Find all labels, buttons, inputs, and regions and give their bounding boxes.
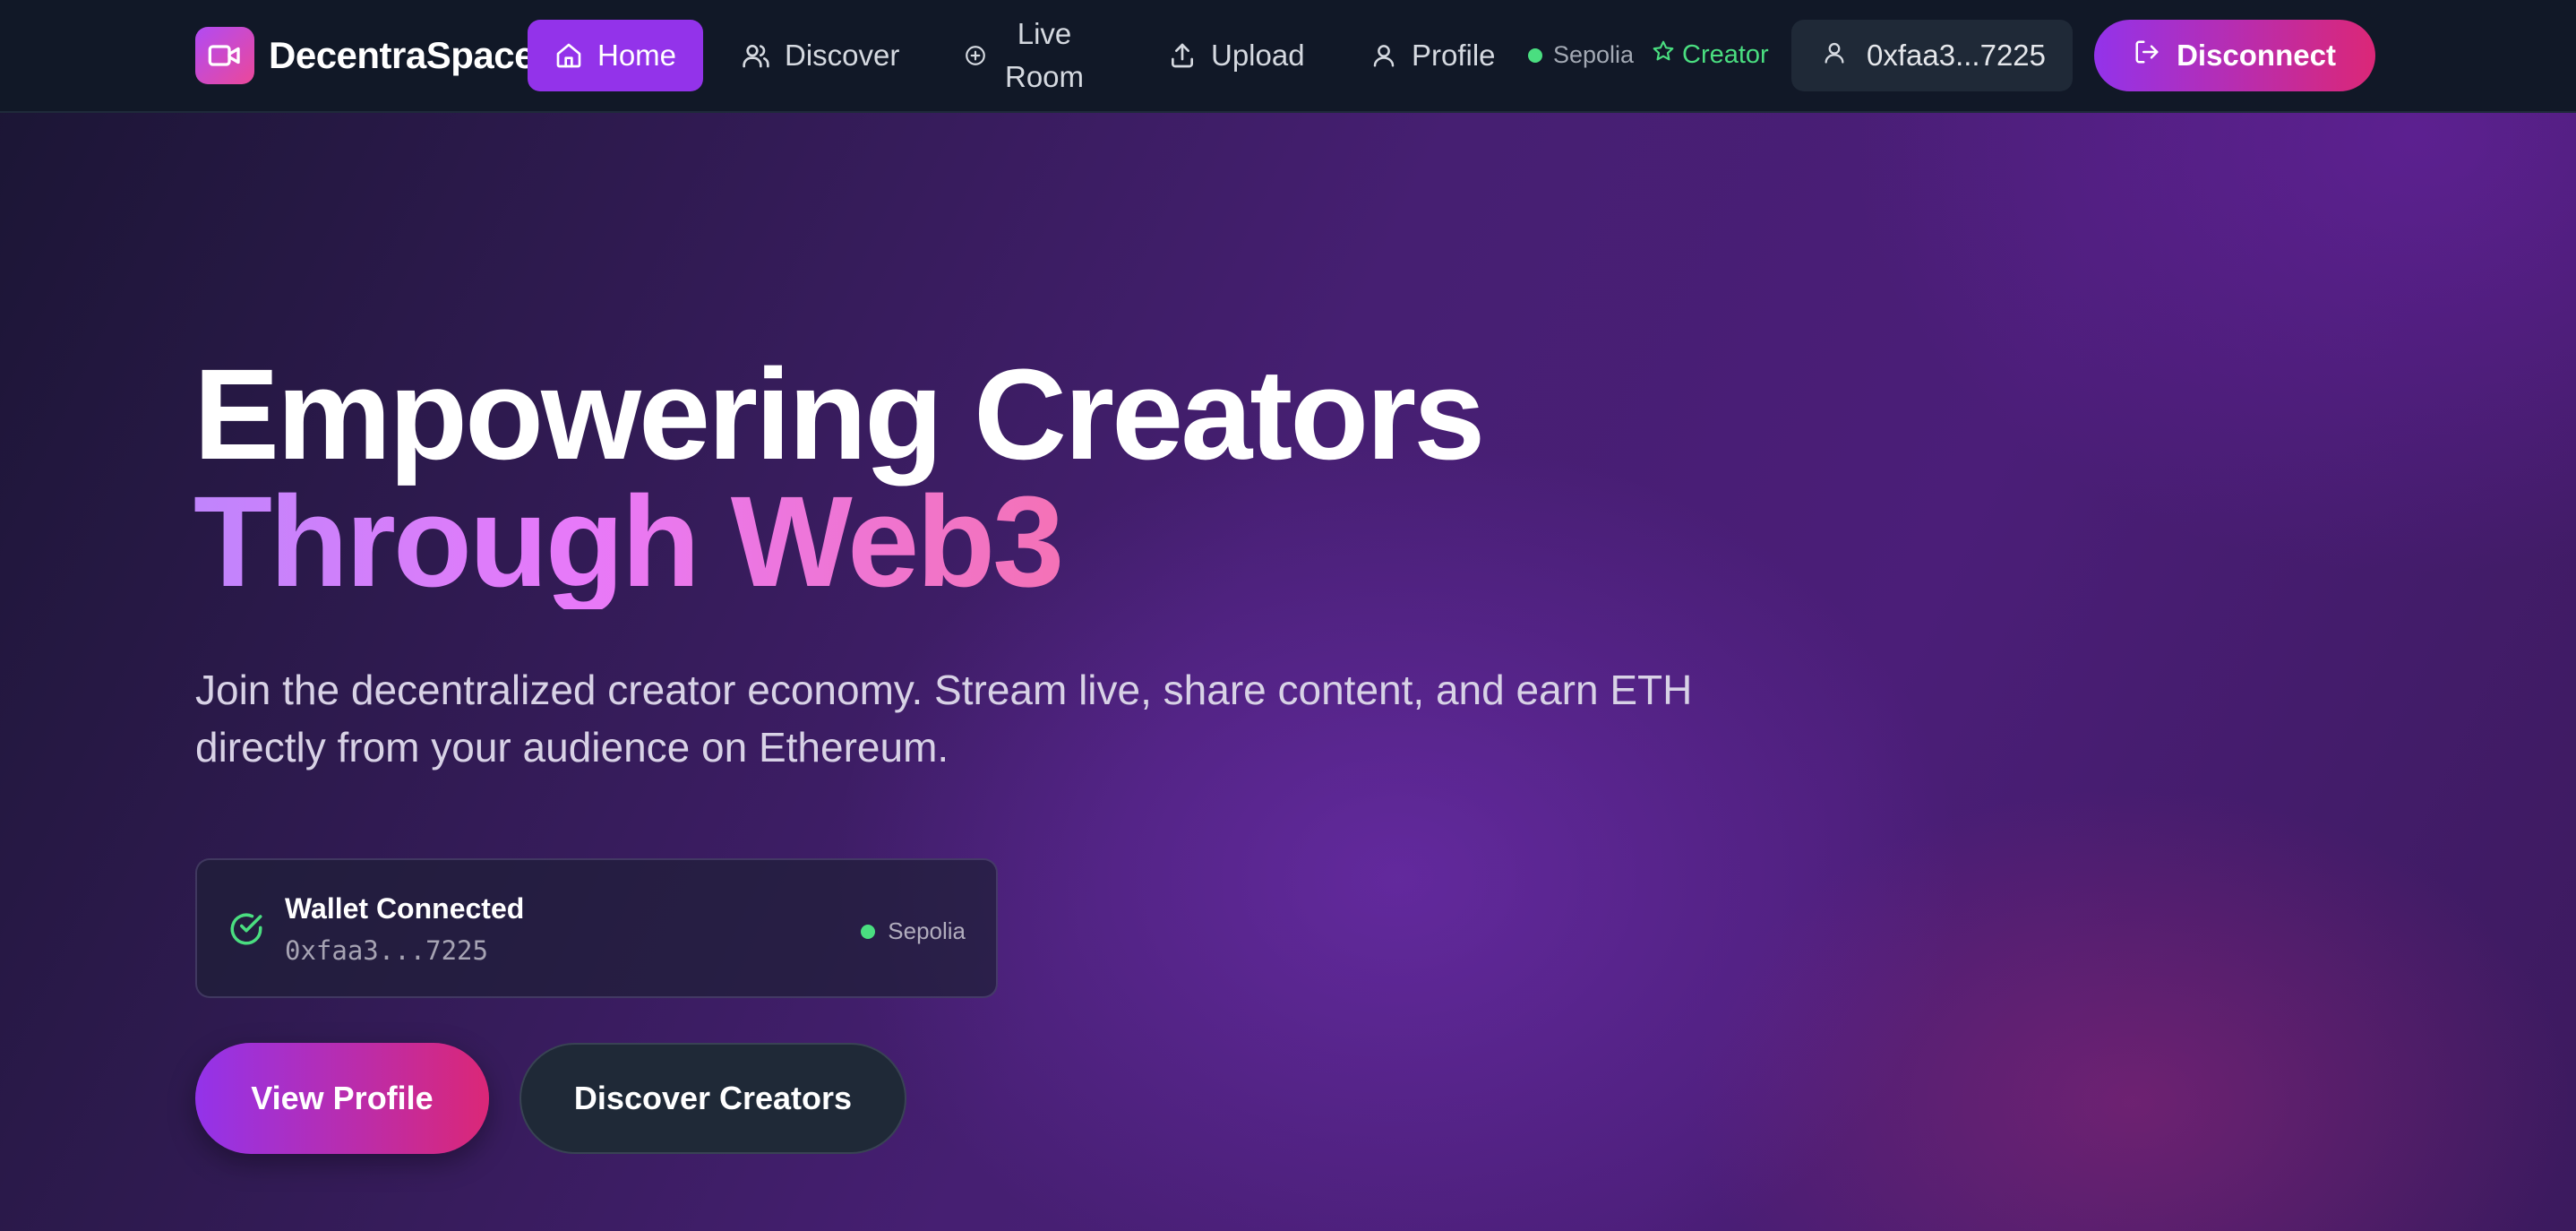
nav-item-live-room[interactable]: Live Room xyxy=(964,11,1084,100)
view-profile-button[interactable]: View Profile xyxy=(195,1043,489,1154)
wallet-address: 0xfaa3...7225 xyxy=(285,935,488,966)
status-dot xyxy=(1528,47,1542,63)
nav-item-upload[interactable]: Upload xyxy=(1168,20,1305,91)
logout-icon xyxy=(2134,39,2160,73)
wallet-address-pill[interactable]: 0xfaa3...7225 xyxy=(1791,20,2073,91)
hero-subtitle: Join the decentralized creator economy. … xyxy=(195,667,1693,770)
network-name: Sepolia xyxy=(888,917,966,944)
check-circle-icon xyxy=(228,910,265,952)
top-nav: DecentraSpace Home Discover Live Room Up… xyxy=(0,0,2576,113)
user-icon xyxy=(1370,42,1397,69)
wallet-status-title: Wallet Connected xyxy=(285,892,525,925)
users-icon xyxy=(742,41,770,70)
nav-item-label: Upload xyxy=(1211,39,1305,72)
nav-item-profile[interactable]: Profile xyxy=(1370,20,1496,91)
upload-icon xyxy=(1168,41,1197,70)
nav-item-label: Profile xyxy=(1412,39,1496,72)
role-label: Creator xyxy=(1682,39,1769,69)
nav-item-label: Live Room xyxy=(1005,17,1085,93)
disconnect-button[interactable]: Disconnect xyxy=(2094,20,2375,91)
network-status: Sepolia xyxy=(1528,41,1634,69)
star-icon xyxy=(1652,39,1675,70)
hero-title: Empowering Creators xyxy=(193,342,1485,486)
user-icon xyxy=(1822,39,1847,73)
brand-name[interactable]: DecentraSpace xyxy=(269,30,536,81)
wallet-address: 0xfaa3...7225 xyxy=(1867,39,2046,72)
logo[interactable] xyxy=(195,27,254,84)
plus-circle-icon xyxy=(964,44,987,67)
network-indicator: Sepolia xyxy=(861,917,966,945)
status-dot xyxy=(861,924,876,939)
discover-creators-button[interactable]: Discover Creators xyxy=(519,1043,906,1154)
creator-badge: Creator xyxy=(1652,39,1769,70)
video-camera-icon xyxy=(208,45,240,66)
hero-title-highlight: Through Web3 xyxy=(193,469,1064,614)
wallet-status-card: Wallet Connected 0xfaa3...7225 Sepolia xyxy=(195,858,998,998)
network-name: Sepolia xyxy=(1553,41,1635,68)
home-icon xyxy=(554,41,583,70)
nav-item-discover[interactable]: Discover xyxy=(742,20,899,91)
page: DecentraSpace Home Discover Live Room Up… xyxy=(0,0,2576,1231)
nav-item-label: Home xyxy=(597,39,677,72)
disconnect-label: Disconnect xyxy=(2177,39,2336,72)
nav-item-label: Discover xyxy=(785,39,900,72)
nav-item-home[interactable]: Home xyxy=(528,20,704,91)
